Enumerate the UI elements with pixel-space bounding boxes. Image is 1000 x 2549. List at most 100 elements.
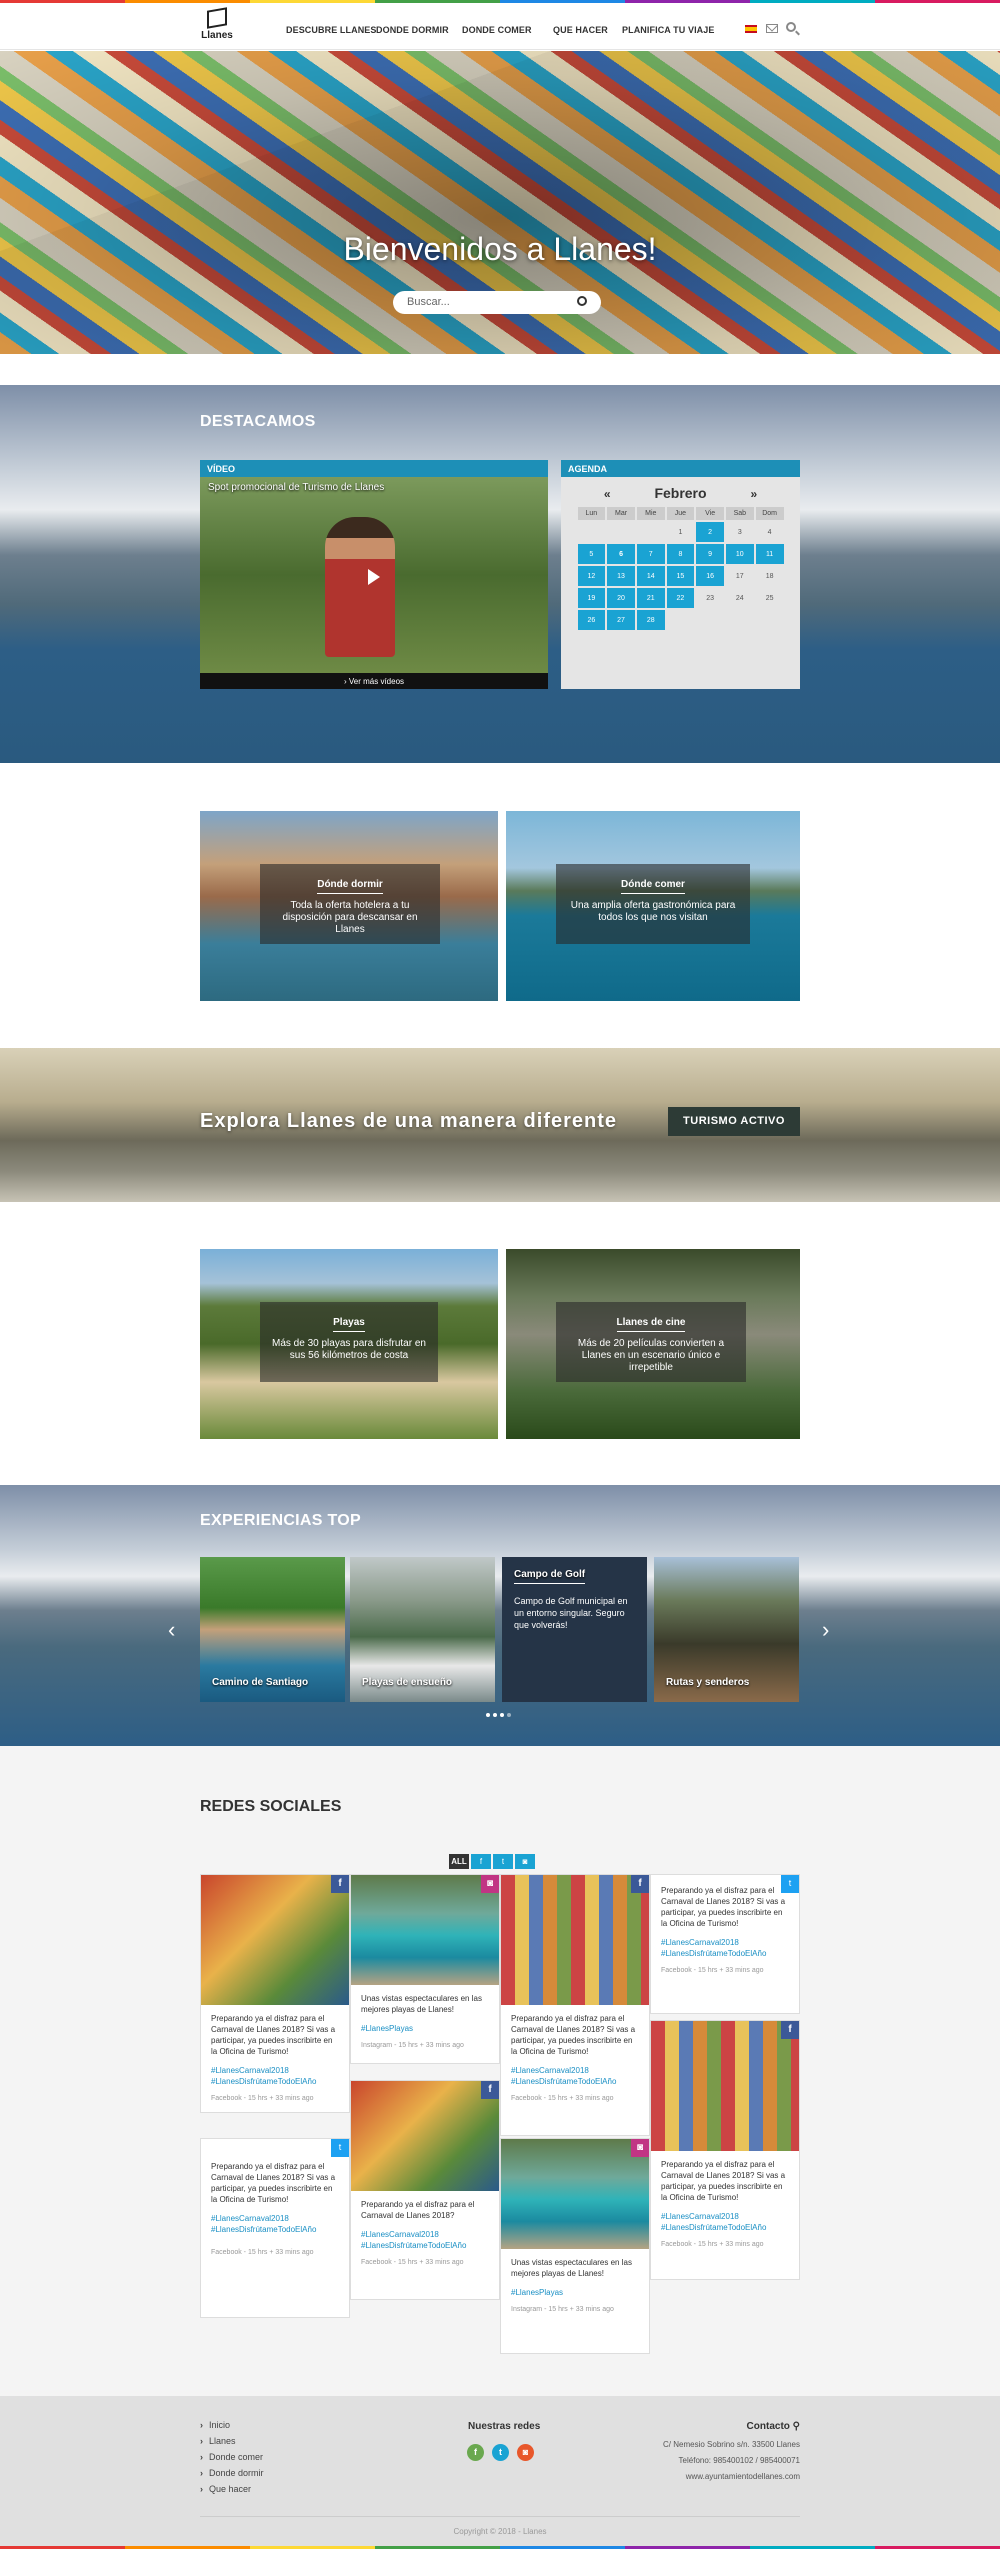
calendar-next-button[interactable]: »	[750, 487, 757, 501]
calendar-day	[696, 610, 724, 630]
social-post[interactable]: ◙ Unas vistas espectaculares en las mejo…	[500, 2138, 650, 2354]
tile-text: Una amplia oferta gastronómica para todo…	[570, 900, 736, 923]
video-title: Spot promocional de Turismo de Llanes	[208, 482, 385, 493]
calendar-day[interactable]: 10	[725, 544, 754, 564]
mail-icon[interactable]	[766, 24, 778, 33]
calendar-weekday: Sab	[725, 507, 754, 520]
logo-cube-icon	[207, 7, 227, 29]
tile-playas[interactable]: Playas Más de 30 playas para disfrutar e…	[200, 1249, 498, 1439]
social-post[interactable]: f Preparando ya el disfraz para el Carna…	[500, 1874, 650, 2136]
calendar-day	[637, 522, 665, 542]
calendar-day[interactable]: 24	[726, 588, 754, 608]
exp-card-rutas[interactable]: Rutas y senderos	[654, 1557, 799, 1702]
spanish-flag-icon[interactable]	[745, 25, 757, 33]
footer-link-dormir[interactable]: Donde dormir	[200, 2468, 264, 2478]
calendar-day[interactable]: 26	[577, 610, 606, 630]
footer-link-llanes[interactable]: Llanes	[200, 2436, 236, 2446]
social-post[interactable]: t Preparando ya el disfraz para el Carna…	[200, 2138, 350, 2318]
search-icon[interactable]	[577, 296, 587, 306]
calendar-day[interactable]: 15	[666, 566, 695, 586]
calendar-day[interactable]: 7	[636, 544, 665, 564]
more-videos-link[interactable]: › Ver más vídeos	[200, 673, 548, 689]
calendar-day[interactable]: 18	[756, 566, 784, 586]
calendar-day[interactable]: 16	[696, 566, 724, 586]
calendar-day	[756, 610, 784, 630]
social-filters: ALL f t ◙	[449, 1854, 535, 1869]
nav-link-planifica[interactable]: PLANIFICA TU VIAJE	[622, 25, 714, 35]
calendar-day[interactable]: 22	[666, 588, 695, 608]
filter-all-button[interactable]: ALL	[449, 1854, 469, 1869]
search-icon[interactable]	[786, 22, 796, 32]
exp-card-label: Camino de Santiago	[212, 1677, 309, 1688]
instagram-icon[interactable]: ◙	[517, 2444, 534, 2461]
footer: Inicio Llanes Donde comer Donde dormir Q…	[0, 2396, 1000, 2549]
turismo-activo-button[interactable]: TURISMO ACTIVO	[668, 1107, 800, 1136]
facebook-icon: f	[331, 1875, 349, 1893]
twitter-icon[interactable]: t	[492, 2444, 509, 2461]
exp-card-golf[interactable]: Campo de Golf Campo de Golf municipal en…	[502, 1557, 647, 1702]
tile-llanes-de-cine[interactable]: Llanes de cine Más de 20 películas convi…	[506, 1249, 800, 1439]
calendar-day[interactable]: 25	[756, 588, 784, 608]
exp-card-playas[interactable]: Playas de ensueño	[350, 1557, 495, 1702]
calendar-day[interactable]: 27	[607, 610, 635, 630]
footer-link-comer[interactable]: Donde comer	[200, 2452, 263, 2462]
calendar-day[interactable]: 11	[755, 544, 784, 564]
calendar-day[interactable]: 13	[607, 566, 635, 586]
calendar-day[interactable]: 6	[607, 544, 635, 564]
exp-card-camino[interactable]: Camino de Santiago	[200, 1557, 345, 1702]
footer-web[interactable]: www.ayuntamientodellanes.com	[686, 2472, 800, 2481]
calendar-day[interactable]: 20	[607, 588, 635, 608]
tile-title: Llanes de cine	[616, 1317, 686, 1332]
calendar-day[interactable]: 1	[667, 522, 695, 542]
calendar-day[interactable]: 19	[577, 588, 606, 608]
social-post[interactable]: f Preparando ya el disfraz para el Carna…	[350, 2080, 500, 2300]
social-post[interactable]: ◙ Unas vistas espectaculares en las mejo…	[350, 1874, 500, 2064]
exp-card-label: Campo de Golf	[514, 1569, 586, 1584]
tile-donde-comer[interactable]: Dónde comer Una amplia oferta gastronómi…	[506, 811, 800, 1001]
carousel-next-arrow[interactable]: ›	[822, 1617, 829, 1643]
calendar-day[interactable]: 4	[756, 522, 784, 542]
tile-text: Más de 30 playas para disfrutar en sus 5…	[272, 1338, 426, 1361]
footer-link-que-hacer[interactable]: Que hacer	[200, 2484, 251, 2494]
tile-donde-dormir[interactable]: Dónde dormir Toda la oferta hotelera a t…	[200, 811, 498, 1001]
social-post[interactable]: f Preparando ya el disfraz para el Carna…	[200, 1874, 350, 2113]
tile-title: Dónde dormir	[317, 879, 383, 894]
llanes-logo[interactable]: Llanes	[200, 7, 234, 47]
calendar-day[interactable]: 12	[577, 566, 606, 586]
logo-text: Llanes	[201, 30, 233, 41]
calendar-day[interactable]: 2	[696, 522, 724, 542]
calendar-day[interactable]: 17	[726, 566, 754, 586]
calendar-day[interactable]: 8	[666, 544, 695, 564]
footer-redes-title: Nuestras redes	[468, 2421, 541, 2432]
carousel-prev-arrow[interactable]: ‹	[168, 1617, 175, 1643]
social-post[interactable]: f Preparando ya el disfraz para el Carna…	[650, 2020, 800, 2280]
social-post[interactable]: t Preparando ya el disfraz para el Carna…	[650, 1874, 800, 2014]
footer-link-inicio[interactable]: Inicio	[200, 2420, 230, 2430]
nav-link-descubre[interactable]: DESCUBRE LLANES	[286, 25, 377, 35]
facebook-icon: f	[631, 1875, 649, 1893]
calendar-day[interactable]: 9	[696, 544, 724, 564]
nav-link-dormir[interactable]: DONDE DORMIR	[376, 25, 449, 35]
calendar-day[interactable]: 14	[636, 566, 665, 586]
filter-facebook-button[interactable]: f	[471, 1854, 491, 1869]
tile-title: Dónde comer	[621, 879, 685, 894]
filter-instagram-button[interactable]: ◙	[515, 1854, 535, 1869]
search-placeholder: Buscar...	[407, 296, 450, 308]
calendar-day[interactable]: 21	[636, 588, 665, 608]
nav-link-comer[interactable]: DONDE COMER	[462, 25, 532, 35]
calendar-day[interactable]: 5	[577, 544, 606, 564]
experiencias-title: EXPERIENCIAS TOP	[200, 1512, 361, 1529]
calendar-day[interactable]: 23	[696, 588, 724, 608]
calendar-day	[726, 610, 754, 630]
video-player[interactable]: Spot promocional de Turismo de Llanes	[200, 477, 548, 673]
calendar-prev-button[interactable]: «	[604, 487, 611, 501]
agenda-card-header: AGENDA	[561, 460, 800, 477]
play-icon[interactable]	[368, 569, 380, 585]
filter-twitter-button[interactable]: t	[493, 1854, 513, 1869]
hero-search-input[interactable]: Buscar...	[393, 291, 601, 314]
calendar-day[interactable]: 28	[636, 610, 665, 630]
calendar-day[interactable]: 3	[726, 522, 754, 542]
facebook-icon[interactable]: f	[467, 2444, 484, 2461]
carousel-dots[interactable]	[486, 1713, 511, 1717]
nav-link-que-hacer[interactable]: QUE HACER	[553, 25, 608, 35]
